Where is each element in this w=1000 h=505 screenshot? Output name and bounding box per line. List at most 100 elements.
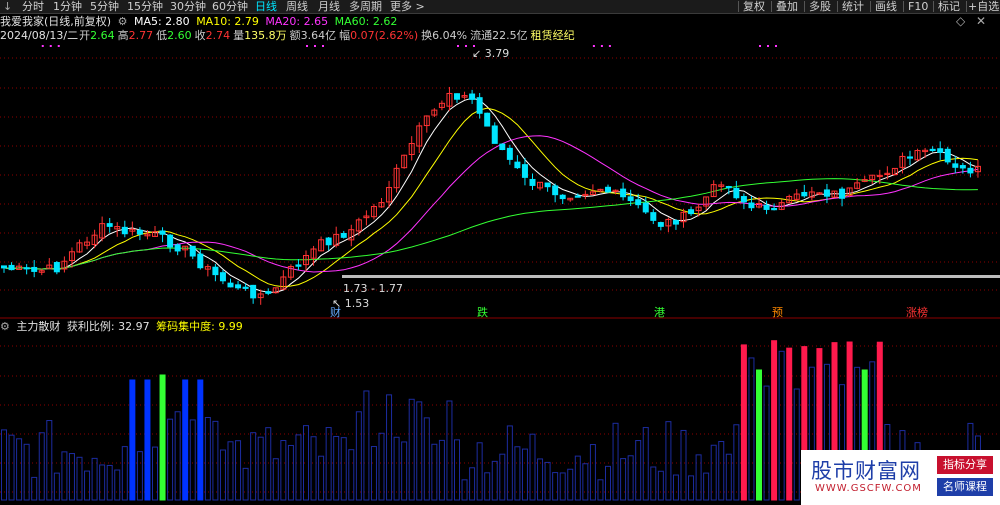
indicator-bar <box>650 466 657 501</box>
candle-body <box>8 264 15 271</box>
indicator-bar <box>695 454 702 501</box>
candlesticks <box>1 86 981 305</box>
indicator-bar <box>167 418 174 501</box>
candle-body <box>627 196 634 202</box>
indicator-bar <box>725 453 732 501</box>
signal-dots <box>41 45 777 47</box>
indicator-name[interactable]: 主力散财 <box>16 320 60 333</box>
signal-dot <box>767 45 769 47</box>
indicator-bar <box>280 440 287 501</box>
candle-body <box>476 97 483 114</box>
indicator-bar <box>552 472 559 501</box>
indicator-bar <box>363 390 370 501</box>
candle-body <box>725 186 732 189</box>
indicator-bar <box>76 456 83 501</box>
indicator-bar <box>416 401 423 501</box>
candle-body <box>952 163 959 168</box>
indicator-settings-icon[interactable]: ⚙ <box>0 320 10 333</box>
indicator-bar <box>355 411 362 501</box>
indicator-bar <box>84 470 91 501</box>
indicator-bar <box>159 374 166 501</box>
indicator-bar <box>703 472 710 501</box>
event-marker-drop[interactable]: 跌 <box>477 304 488 320</box>
candle-body <box>136 229 143 235</box>
indicator-bar <box>605 465 611 501</box>
indicator-bar <box>91 457 98 501</box>
indicator-bar <box>144 379 151 501</box>
indicator-bar <box>718 440 725 501</box>
signal-dot <box>465 45 467 47</box>
candle-body <box>521 164 528 178</box>
indicator-bar <box>778 350 785 501</box>
indicator-bar <box>438 439 445 501</box>
candle-body <box>635 199 642 206</box>
indicator-bar <box>544 461 551 501</box>
indicator-bar <box>340 437 347 501</box>
indicator-bar <box>476 442 483 501</box>
indicator-bar <box>484 472 491 501</box>
indicator-bar <box>114 469 121 501</box>
watermark-title: 股市财富网 <box>811 459 921 483</box>
watermark-tag-share: 指标分享 <box>937 456 993 474</box>
signal-dot <box>306 45 308 47</box>
high-price-value: 3.79 <box>484 47 510 60</box>
candle-body <box>514 161 521 169</box>
candle-body <box>174 244 181 252</box>
indicator-bar <box>461 479 468 501</box>
watermark-url: WWW.GSCFW.COM <box>815 483 922 494</box>
signal-dot <box>57 45 60 47</box>
indicator-bar <box>454 439 460 501</box>
candle-body <box>325 237 332 246</box>
signal-dot <box>314 45 316 47</box>
candle-body <box>235 284 242 289</box>
watermark-tag-course: 名师课程 <box>937 478 993 496</box>
kline-chart[interactable] <box>0 0 1000 505</box>
indicator-bar <box>763 385 770 501</box>
concentration-value: 9.99 <box>218 320 243 333</box>
candle-body <box>227 282 234 288</box>
indicator-bar <box>235 440 242 501</box>
indicator-bar <box>469 467 476 501</box>
candle-body <box>212 266 219 276</box>
indicator-bar <box>740 344 747 501</box>
indicator-bar <box>250 432 257 501</box>
indicator-bar <box>672 474 679 501</box>
indicator-bar <box>242 467 249 501</box>
candle-body <box>959 165 966 169</box>
indicator-bar <box>408 398 415 501</box>
indicator-bar <box>53 472 60 501</box>
candle-body <box>642 202 649 213</box>
candle-body <box>265 291 272 294</box>
indicator-bar <box>16 438 23 501</box>
event-marker-forecast[interactable]: 预 <box>772 304 783 320</box>
indicator-bar <box>318 455 325 501</box>
indicator-bar <box>499 453 506 501</box>
indicator-bar <box>657 470 664 501</box>
indicator-bar <box>295 434 302 501</box>
candle-body <box>559 194 566 200</box>
candle-body <box>31 266 38 272</box>
indicator-bar <box>348 449 355 501</box>
indicator-bar <box>68 453 75 501</box>
indicator-bar <box>106 464 113 501</box>
candle-body <box>189 245 196 257</box>
candle-body <box>733 187 740 199</box>
candle-body <box>672 220 679 225</box>
profit-ratio-label: 获利比例: <box>66 320 115 333</box>
indicator-bar <box>597 479 604 501</box>
indicator-bar <box>793 388 800 501</box>
event-marker-earnings[interactable]: 财 <box>330 304 341 320</box>
concentration-label: 筹码集中度: <box>156 320 215 333</box>
signal-dot <box>608 45 611 47</box>
indicator-bar <box>136 451 143 501</box>
event-marker-gainlist[interactable]: 涨榜 <box>906 304 928 320</box>
indicator-bar <box>378 432 385 501</box>
candle-body <box>771 208 778 211</box>
signal-dot <box>41 45 44 47</box>
indicator-bar <box>771 340 778 501</box>
candle-body <box>53 262 60 273</box>
indicator-bar <box>310 436 317 501</box>
candle-body <box>929 148 936 152</box>
indicator-bar <box>786 347 793 501</box>
event-marker-hk[interactable]: 港 <box>654 304 665 320</box>
